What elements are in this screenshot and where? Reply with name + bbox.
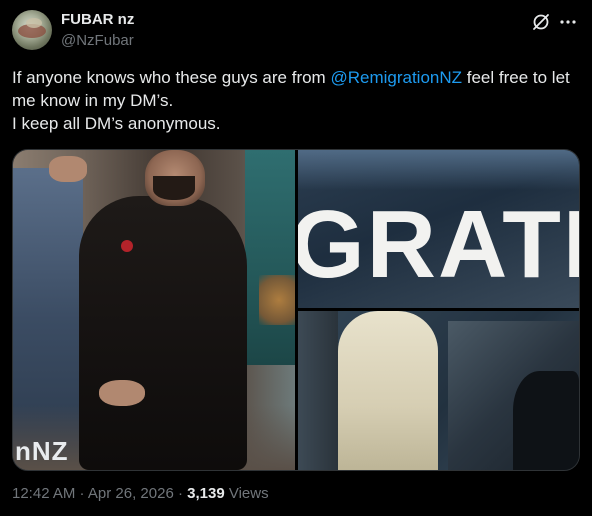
photo-detail [79, 196, 247, 470]
photo-3[interactable] [298, 311, 579, 470]
tweet-text-part: If anyone knows who these guys are from [12, 68, 331, 87]
photo-detail [298, 311, 338, 470]
tweet-text-line: If anyone knows who these guys are from … [12, 66, 582, 112]
avatar[interactable] [12, 10, 52, 50]
media-grid: nNZ GRATI [12, 149, 580, 471]
grok-icon[interactable] [531, 12, 551, 32]
views-count: 3,139 [187, 485, 225, 502]
views-label: Views [224, 485, 269, 502]
author-display-name[interactable]: FUBAR nz [61, 11, 134, 28]
photo-detail [121, 240, 133, 252]
more-icon[interactable] [558, 12, 578, 32]
tweet-time[interactable]: 12:42 AM [12, 485, 75, 502]
author-handle[interactable]: @NzFubar [61, 32, 134, 49]
tweet-text: If anyone knows who these guys are from … [12, 66, 582, 135]
photo-1[interactable]: nNZ [13, 150, 295, 470]
photo-detail [245, 150, 295, 365]
tweet[interactable]: FUBAR nz @NzFubar If anyone knows who th… [0, 0, 592, 516]
photo-detail [99, 380, 145, 406]
photo-detail [153, 176, 195, 200]
photo-2[interactable]: GRATI [298, 150, 579, 308]
sign-text: GRATI [298, 191, 579, 298]
tweet-date[interactable]: Apr 26, 2026 [88, 485, 174, 502]
avatar-shape [26, 18, 42, 28]
photo-detail [298, 150, 579, 190]
photo-detail [259, 275, 295, 325]
photo-detail [513, 371, 579, 470]
tweet-meta: 12:42 AM · Apr 26, 2026 · 3,139 Views [12, 485, 269, 502]
poster-text: nNZ [15, 436, 69, 466]
photo-detail [49, 156, 87, 182]
tweet-text-line: I keep all DM’s anonymous. [12, 114, 221, 133]
meta-separator: · [173, 485, 188, 502]
photo-detail [338, 311, 438, 470]
mention-link[interactable]: @RemigrationNZ [330, 68, 462, 87]
meta-separator: · [75, 485, 88, 502]
